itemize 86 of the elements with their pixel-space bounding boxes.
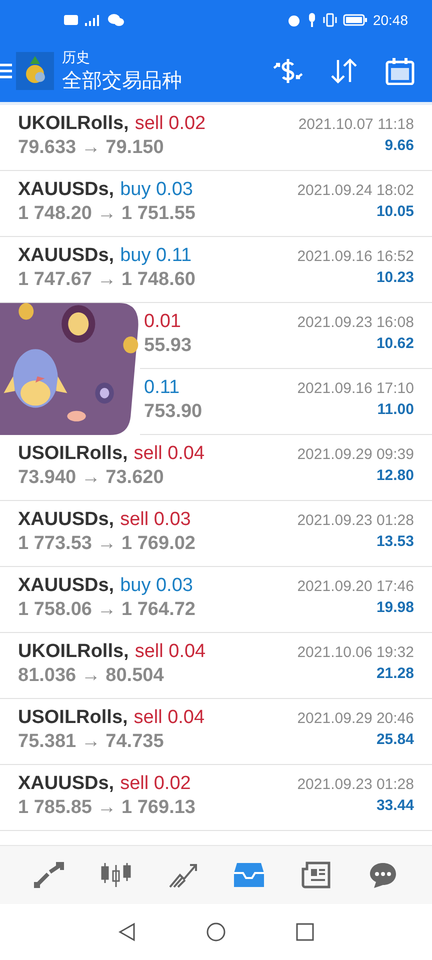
- trade-time: 2021.09.23 16:08: [297, 314, 414, 331]
- trade-time: 2021.10.06 19:32: [297, 644, 414, 661]
- app-logo-icon: [16, 52, 54, 90]
- price-range: 1 748.20 → 1 751.55: [18, 203, 196, 225]
- price-range: 1 747.67 → 1 748.60: [18, 269, 196, 291]
- price-range: 1 785.85 → 1 769.13: [18, 797, 196, 819]
- hd-icon: [64, 15, 78, 25]
- symbol-name: XAUUSDs,: [18, 245, 114, 267]
- calendar-icon: [385, 57, 415, 85]
- menu-icon[interactable]: [0, 63, 12, 79]
- trade-time: 2021.09.29 20:46: [297, 710, 414, 727]
- price-range: 81.036 → 80.504: [18, 665, 165, 687]
- price-range: 1 773.53 → 1 769.02: [18, 533, 196, 555]
- trade-time: 2021.09.23 01:28: [297, 776, 414, 793]
- trade-time: 2021.09.24 18:02: [297, 182, 414, 199]
- profit-value: 21.28: [376, 665, 414, 682]
- symbol-name: XAUUSDs,: [18, 773, 114, 795]
- symbol-name: XAUUSDs,: [18, 509, 114, 531]
- profit-value: 10.62: [376, 335, 414, 352]
- symbol-name: UKOILRolls,: [18, 113, 129, 135]
- back-icon[interactable]: [118, 922, 136, 942]
- trade-row[interactable]: USOILRolls, sell 0.04 73.940 → 73.620 2021.09.29 09:39 12.80: [0, 435, 432, 501]
- price-range: 55.93: [144, 335, 192, 357]
- trade-row[interactable]: 0.01 55.93 2021.09.23 16:08 10.62: [140, 303, 432, 369]
- trade-action: sell 0.03: [120, 509, 191, 531]
- trade-time: 2021.10.07 11:18: [298, 116, 414, 133]
- symbol-filter-title[interactable]: 全部交易品种: [62, 66, 254, 94]
- microphone-icon: [306, 13, 317, 27]
- trade-action: sell 0.04: [134, 443, 205, 465]
- symbol-name: XAUUSDs,: [18, 575, 114, 597]
- battery-icon: [342, 14, 367, 26]
- trade-action: buy 0.03: [120, 575, 193, 597]
- trade-action: buy 0.11: [120, 245, 192, 267]
- price-range: 79.633 → 79.150: [18, 137, 165, 159]
- trade-action: sell 0.04: [134, 641, 206, 663]
- profit-value: 19.98: [376, 599, 414, 616]
- profit-value: 12.80: [376, 467, 414, 484]
- profit-value: 10.23: [376, 269, 414, 286]
- trade-row[interactable]: XAUUSDs, buy 0.03 1 758.06 → 1 764.72 2021.09.20 17:46 19.98: [0, 567, 432, 633]
- price-range: 1 758.06 → 1 764.72: [18, 599, 196, 621]
- profit-value: 13.53: [376, 533, 414, 550]
- dollar-icon: [272, 58, 304, 84]
- trade-time: 2021.09.23 01:28: [297, 512, 414, 529]
- trade-action: sell 0.04: [134, 707, 205, 729]
- chat-icon: [368, 861, 398, 889]
- trade-row[interactable]: XAUUSDs, sell 0.03 1 773.53 → 1 769.02 2021.09.23 01:28 13.53: [0, 501, 432, 567]
- trade-time: 2021.09.29 09:39: [297, 446, 414, 463]
- profit-value: 9.66: [384, 137, 414, 154]
- inbox-icon: [233, 861, 266, 889]
- symbol-name: UKOILRolls,: [18, 641, 129, 663]
- trade-action: sell 0.02: [120, 773, 191, 795]
- symbol-name: USOILRolls,: [18, 707, 128, 729]
- trade-action: 0.11: [144, 377, 180, 399]
- trade-action: 0.01: [144, 311, 181, 333]
- trade-row[interactable]: XAUUSDs, sell 0.02 1 785.85 → 1 769.13 2021.09.23 01:28 33.44: [0, 765, 432, 831]
- sort-arrows-icon: [329, 58, 359, 84]
- trade-action: sell 0.02: [134, 113, 206, 135]
- symbol-name: USOILRolls,: [18, 443, 128, 465]
- clock-time: 20:48: [372, 12, 408, 28]
- profit-value: 33.44: [376, 797, 414, 814]
- trade-row[interactable]: 0.11 753.90 2021.09.16 17:10 11.00: [140, 369, 432, 435]
- symbol-name: XAUUSDs,: [18, 179, 114, 201]
- trade-time: 2021.09.20 17:46: [297, 578, 414, 595]
- trade-row[interactable]: USOILRolls, sell 0.04 75.381 → 74.735 2021.09.29 20:46 25.84: [0, 699, 432, 765]
- candlestick-icon: [100, 861, 132, 889]
- arrows-icon: [34, 862, 64, 888]
- chat-bubbles-icon: [108, 14, 124, 26]
- price-range: 75.381 → 74.735: [18, 731, 165, 753]
- profit-value: 10.05: [376, 203, 414, 220]
- recents-icon[interactable]: [296, 923, 314, 941]
- vibrate-icon: [322, 13, 337, 27]
- home-icon[interactable]: [206, 922, 226, 942]
- trade-row[interactable]: UKOILRolls, sell 0.02 79.633 → 79.150 2021.10.07 11:18 9.66: [0, 105, 432, 171]
- price-range: 753.90: [144, 401, 202, 423]
- trade-row[interactable]: XAUUSDs, buy 0.03 1 748.20 → 1 751.55 2021.09.24 18:02 10.05: [0, 171, 432, 237]
- newspaper-icon: [300, 861, 331, 889]
- trade-action: buy 0.03: [120, 179, 193, 201]
- signal-icon: [84, 14, 102, 26]
- trend-icon: [168, 861, 198, 889]
- screen-subtitle: 历史: [62, 48, 91, 66]
- trade-row[interactable]: UKOILRolls, sell 0.04 81.036 → 80.504 2021.10.06 19:32 21.28: [0, 633, 432, 699]
- profit-value: 11.00: [377, 401, 414, 418]
- trade-time: 2021.09.16 17:10: [297, 380, 414, 397]
- profit-value: 25.84: [376, 731, 414, 748]
- trade-time: 2021.09.16 16:52: [297, 248, 414, 265]
- price-range: 73.940 → 73.620: [18, 467, 165, 489]
